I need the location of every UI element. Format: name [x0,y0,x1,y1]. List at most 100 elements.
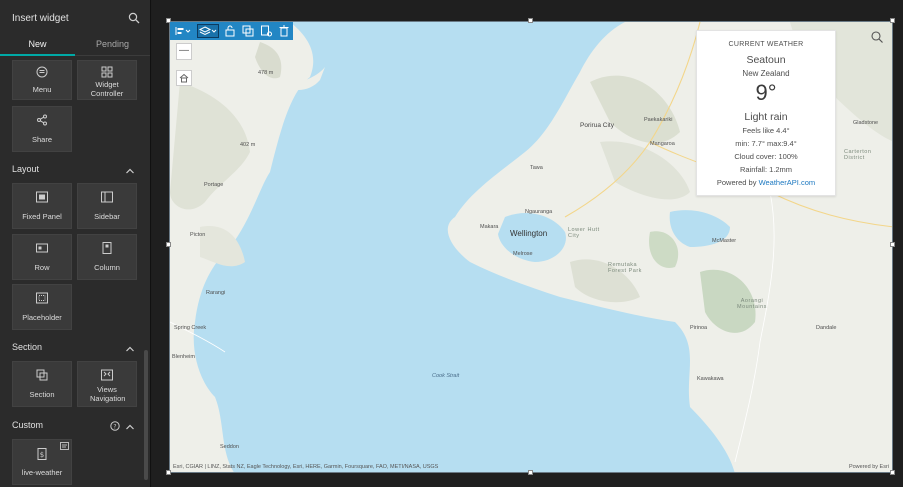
align-button[interactable] [173,24,193,38]
weather-caption: CURRENT WEATHER [728,41,804,48]
settings-button[interactable] [259,24,273,38]
map-label-ngauranga: Ngauranga [525,209,553,215]
resize-handle[interactable] [890,470,895,475]
chevron-up-icon[interactable] [125,423,135,431]
map-attribution: Esri, CGIAR | LINZ, Stats NZ, Eagle Tech… [173,464,439,470]
map-label-rarangi: Rarangi [206,290,226,296]
map-label-remutaka: Remutaka Forest Park [608,262,642,274]
widget-live-weather[interactable]: $ live-weather [12,439,72,485]
widget-views-navigation[interactable]: Views Navigation [77,361,137,407]
home-button[interactable] [176,70,192,86]
chevron-up-icon[interactable] [125,167,135,175]
map-label-cook-strait: Cook Strait [432,373,460,379]
lock-button[interactable] [223,24,237,38]
zoom-out-button[interactable]: — [176,43,192,60]
map-label-tawa: Tawa [530,165,543,171]
section-title-custom: Custom [12,420,44,430]
map-label-pirinoa: Pirinoa [690,325,708,331]
search-icon[interactable] [128,12,140,24]
widget-row[interactable]: Row [12,234,72,280]
layers-icon [198,26,217,36]
map-label-melrose: Melrose [513,251,533,257]
map-label-spring-creek: Spring Creek [174,325,207,331]
widget-fixed-panel[interactable]: Fixed Panel [12,183,72,229]
weather-city: Seatoun [746,54,786,66]
widget-widget-controller[interactable]: Widget Controller [77,60,137,100]
section-title-section: Section [12,342,43,352]
insert-widget-panel: Insert widget New Pending Menu Widget Co… [0,0,151,487]
widget-label: Widget Controller [90,80,124,98]
live-weather-icon: $ [37,448,47,460]
section-icon [36,369,48,381]
resize-handle[interactable] [528,18,533,23]
tab-pending[interactable]: Pending [75,34,150,56]
weather-condition: Light rain [744,111,788,123]
resize-handle[interactable] [890,242,895,247]
widget-share[interactable]: Share [12,106,72,152]
svg-text:$: $ [40,451,44,459]
weather-powered-by: Powered by WeatherAPI.com [697,178,835,187]
live-weather-card: CURRENT WEATHER Seatoun New Zealand 9° L… [696,30,836,196]
widget-settings-icon [261,25,272,37]
widget-section[interactable]: Section [12,361,72,407]
weather-rainfall: Rainfall: 1.2mm [739,165,793,174]
map-label-elevation: 402 m [240,142,256,148]
map-label-dandale: Dandale [816,325,837,331]
map-label-elevation: 478 m [258,70,274,76]
home-icon [179,73,189,83]
fixed-panel-icon [36,191,48,203]
map-label-porirua: Porirua City [580,122,614,129]
map-label-mcmaster: McMaster [712,238,737,244]
weather-min-max: min: 7.7° max:9.4° [735,139,797,148]
help-icon[interactable]: ? [110,421,120,431]
menu-icon [36,66,48,78]
tab-new[interactable]: New [0,34,75,56]
map-label-picton: Picton [190,232,206,238]
widget-placeholder[interactable]: Placeholder [12,284,72,330]
widget-label: Share [31,135,52,144]
svg-text:?: ? [113,423,116,430]
weather-feels-like: Feels like 4.4° [742,126,790,135]
map-powered-by[interactable]: Powered by Esri [849,464,889,470]
weather-temperature: 9° [755,80,777,105]
resize-handle[interactable] [166,242,171,247]
widget-column[interactable]: Column [77,234,137,280]
widget-menu[interactable]: Menu [12,60,72,100]
widget-label: Placeholder [22,313,62,322]
resize-handle[interactable] [166,470,171,475]
duplicate-button[interactable] [241,24,255,38]
arrange-button[interactable] [197,24,219,38]
map-label-blenheim: Blenheim [172,354,195,360]
map-label-seddon: Seddon [220,444,239,450]
widget-label: Views Navigation [90,385,126,403]
map-label-carterton: Carterton District [844,149,872,161]
widget-label: Column [94,263,120,272]
widget-label: Row [34,263,50,272]
map-label-makara: Makara [480,224,499,230]
chevron-up-icon[interactable] [125,345,135,353]
widget-label: Sidebar [94,212,120,221]
delete-button[interactable] [277,24,291,38]
trash-icon [279,25,289,37]
widget-sidebar[interactable]: Sidebar [77,183,137,229]
resize-handle[interactable] [890,18,895,23]
resize-handle[interactable] [528,470,533,475]
weatherapi-link[interactable]: WeatherAPI.com [759,178,816,187]
panel-title: Insert widget [12,13,69,24]
panel-tabs: New Pending [0,34,150,56]
map-label-paekakariki: Paekakariki [644,117,673,123]
duplicate-icon [242,25,254,37]
sidebar-icon [101,191,113,203]
map-label-kawakawa: Kawakawa [697,376,724,382]
custom-badge-icon [60,442,69,450]
widget-label: Fixed Panel [22,212,62,221]
views-navigation-icon [101,369,113,381]
panel-scrollbar[interactable] [144,350,148,480]
map-label-mangaroa: Mangaroa [650,141,675,147]
widget-controller-icon [101,66,113,78]
section-title-layout: Layout [12,164,40,174]
widget-label: live-weather [21,468,63,477]
weather-country: New Zealand [742,69,790,78]
map-search-icon[interactable] [870,30,884,44]
align-left-icon [175,27,191,35]
